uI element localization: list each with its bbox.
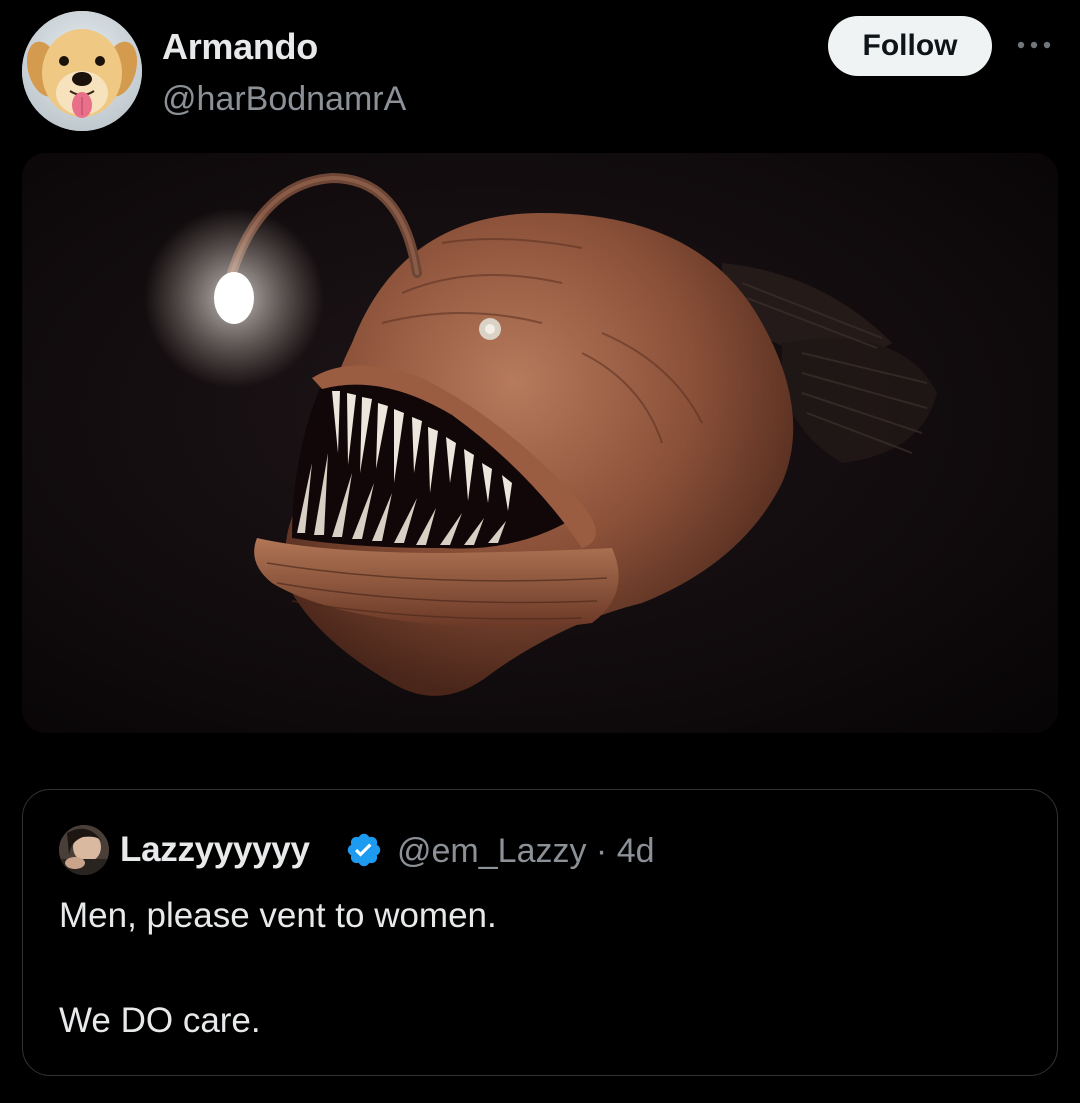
author-handle[interactable]: @harBodnamrA bbox=[162, 80, 406, 119]
more-options-button[interactable] bbox=[1014, 30, 1054, 60]
follow-button[interactable]: Follow bbox=[828, 16, 992, 76]
tweet-media[interactable] bbox=[22, 153, 1058, 733]
quoted-author-avatar[interactable] bbox=[59, 825, 109, 875]
person-avatar-icon bbox=[59, 825, 109, 875]
golden-retriever-avatar-icon bbox=[22, 11, 142, 131]
verified-badge-icon bbox=[347, 833, 381, 867]
quoted-tweet[interactable]: Lazzyyyyyy @em_Lazzy · 4d Men, please ve… bbox=[22, 789, 1058, 1076]
author-avatar[interactable] bbox=[22, 11, 142, 131]
quoted-text-line-2: We DO care. bbox=[59, 1001, 261, 1040]
quoted-handle-and-time[interactable]: @em_Lazzy · 4d bbox=[397, 832, 655, 871]
quoted-text-line-1: Men, please vent to women. bbox=[59, 896, 497, 935]
tweet-header: Armando @harBodnamrA Follow bbox=[0, 0, 1080, 150]
quoted-author-name[interactable]: Lazzyyyyyy bbox=[120, 830, 310, 870]
more-horizontal-icon bbox=[1017, 41, 1051, 49]
anglerfish-image bbox=[22, 153, 1058, 733]
author-name[interactable]: Armando bbox=[162, 26, 318, 68]
